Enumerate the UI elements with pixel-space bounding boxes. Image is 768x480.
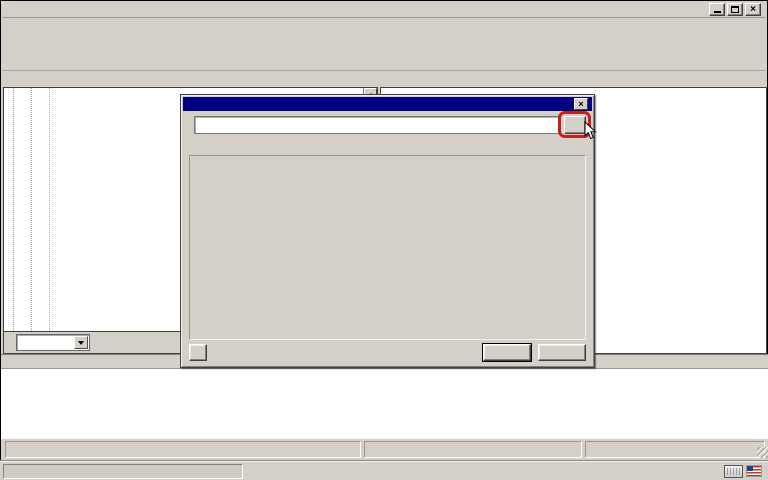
us-flag-icon[interactable] <box>747 466 761 476</box>
cancel-button[interactable] <box>538 344 586 361</box>
keyboard-icon[interactable] <box>724 465 743 478</box>
recover-marked-files-dialog: × <box>180 94 595 368</box>
taskbar-app-button[interactable] <box>3 464 243 479</box>
reset-to-defaults-button[interactable] <box>189 344 207 361</box>
status-marked <box>364 441 582 458</box>
mouse-cursor <box>584 121 597 140</box>
system-tray <box>724 465 765 478</box>
minimize-button[interactable] <box>709 3 725 16</box>
chevron-down-icon <box>78 341 84 348</box>
minimize-icon <box>714 11 721 13</box>
menu-bar <box>2 18 766 31</box>
options-column-left <box>194 160 372 335</box>
status-ready <box>5 441 361 458</box>
status-total <box>585 441 765 458</box>
dialog-titlebar[interactable]: × <box>183 97 592 111</box>
status-bar <box>1 438 768 460</box>
toolbar <box>2 31 766 71</box>
output-folder-row <box>189 116 586 134</box>
tree-guide-line <box>49 88 50 331</box>
window-buttons: × <box>707 3 761 16</box>
log-column-headers <box>1 369 768 383</box>
output-folder-input[interactable] <box>194 116 559 134</box>
window-titlebar[interactable]: × <box>2 1 766 18</box>
combo-dropdown-button[interactable] <box>74 336 88 349</box>
taskbar <box>0 461 768 480</box>
sorted-by-select[interactable] <box>16 334 90 351</box>
desktop: × <box>0 0 768 480</box>
close-icon: × <box>750 5 756 14</box>
tree-guide-line <box>31 88 32 331</box>
maximize-button[interactable] <box>727 3 743 16</box>
tree-guide-line <box>13 88 14 331</box>
dialog-options-group <box>189 155 586 340</box>
tab-bar <box>2 71 766 87</box>
maximize-icon <box>731 6 739 13</box>
options-column-right <box>372 160 581 335</box>
close-button[interactable]: × <box>745 3 761 16</box>
resize-grip[interactable] <box>757 447 768 458</box>
ok-button[interactable] <box>483 344 531 361</box>
dialog-close-button[interactable]: × <box>574 98 588 110</box>
browse-button[interactable] <box>564 116 586 134</box>
dialog-buttons <box>189 344 586 361</box>
